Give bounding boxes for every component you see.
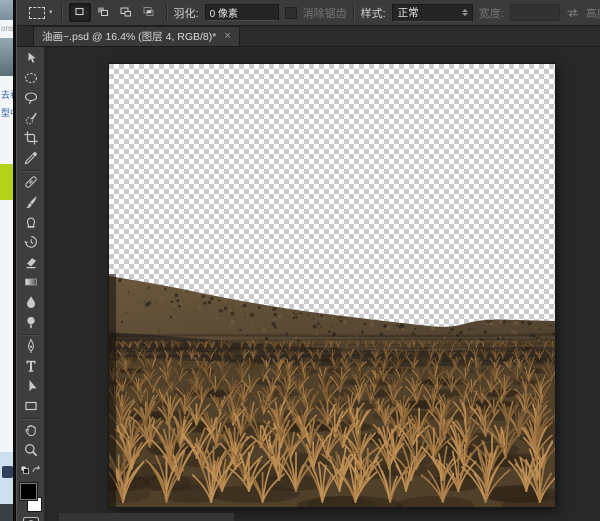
webpage-logo-fragment (2, 466, 13, 478)
tool-group-divider (21, 170, 40, 172)
divider (61, 4, 63, 21)
canvas-workspace (45, 47, 600, 521)
feather-input[interactable] (205, 4, 279, 21)
webpage-text-fragment: ons (1, 24, 14, 33)
path-selection-tool[interactable] (19, 377, 43, 397)
antialias-checkbox (285, 7, 297, 19)
link-dimensions-icon (566, 8, 580, 18)
dodge-icon (23, 314, 39, 333)
pen-icon (23, 338, 39, 357)
move-tool[interactable] (19, 49, 43, 69)
elliptical-marquee-icon (23, 70, 39, 89)
swap-colors-icon[interactable] (20, 463, 42, 481)
blur-icon (23, 294, 39, 313)
crop-icon (23, 130, 39, 149)
zoom-tool[interactable] (19, 441, 43, 461)
subtract-from-selection-button[interactable] (115, 3, 137, 22)
chevron-down-icon: ▾ (49, 9, 53, 16)
document-tab-title: 油画~.psd @ 16.4% (图层 4, RGB/8)* (42, 29, 216, 44)
tool-group-divider (21, 418, 40, 420)
quick-selection-icon (23, 110, 39, 129)
eraser-tool[interactable] (19, 253, 43, 273)
zoom-icon (23, 442, 39, 461)
hand-icon (23, 422, 39, 441)
brush-icon (23, 194, 39, 213)
divider (353, 4, 355, 21)
history-brush-tool[interactable] (19, 233, 43, 253)
rectangular-marquee-icon (29, 7, 45, 19)
document-tab[interactable]: 油画~.psd @ 16.4% (图层 4, RGB/8)* × (33, 26, 240, 46)
document-tab-bar: 油画~.psd @ 16.4% (图层 4, RGB/8)* × (17, 26, 600, 47)
blur-tool[interactable] (19, 293, 43, 313)
clone-stamp-icon (23, 214, 39, 233)
width-input (510, 4, 560, 21)
eyedropper-icon (23, 150, 39, 169)
healing-brush-icon (23, 174, 39, 193)
eraser-icon (23, 254, 39, 273)
transparent-landscape-image (109, 64, 555, 507)
move-icon (23, 50, 39, 69)
shape-icon (23, 398, 39, 417)
feather-label: 羽化: (174, 5, 199, 21)
divider (166, 4, 168, 21)
style-value: 正常 (398, 5, 419, 20)
width-label: 宽度: (479, 5, 504, 21)
new-selection-icon (73, 5, 86, 21)
tool-group-divider (21, 334, 40, 336)
new-selection-button[interactable] (69, 3, 91, 22)
lasso-tool[interactable] (19, 89, 43, 109)
type-icon (23, 358, 39, 377)
gradient-tool[interactable] (19, 273, 43, 293)
height-label: 高度: (586, 5, 600, 21)
photoshop-window: ▾ 羽化: 消除锯齿 样式: 正常 宽度: 高度: 调整边缘 (16, 0, 600, 521)
add-to-selection-icon (96, 5, 109, 21)
dodge-tool[interactable] (19, 313, 43, 333)
quick-selection-tool[interactable] (19, 109, 43, 129)
tool-palette (17, 47, 45, 521)
main-content (17, 47, 600, 521)
options-bar: ▾ 羽化: 消除锯齿 样式: 正常 宽度: 高度: 调整边缘 (17, 0, 600, 26)
selection-mode-group (69, 3, 160, 22)
style-label: 样式: (361, 5, 386, 21)
quick-mask-button[interactable] (22, 516, 40, 521)
intersect-selection-icon (142, 5, 155, 21)
clone-stamp-tool[interactable] (19, 213, 43, 233)
photoshop-app: ons 去看 型中 ▾ 羽化: 消除锯齿 样式: 正常 (0, 0, 600, 521)
style-select[interactable]: 正常 (392, 4, 473, 22)
hand-tool[interactable] (19, 421, 43, 441)
elliptical-marquee-tool[interactable] (19, 69, 43, 89)
lasso-icon (23, 90, 39, 109)
add-to-selection-button[interactable] (92, 3, 114, 22)
status-bar-fragment (59, 513, 234, 521)
type-tool[interactable] (19, 357, 43, 377)
close-tab-icon[interactable]: × (224, 31, 230, 42)
eyedropper-tool[interactable] (19, 149, 43, 169)
tool-preset-button[interactable]: ▾ (27, 5, 55, 21)
history-brush-icon (23, 234, 39, 253)
tool-list (19, 49, 43, 461)
shape-tool[interactable] (19, 397, 43, 417)
intersect-selection-button[interactable] (138, 3, 160, 22)
select-arrows-icon (462, 6, 468, 19)
brush-tool[interactable] (19, 193, 43, 213)
antialias-label: 消除锯齿 (303, 5, 347, 21)
path-selection-icon (23, 378, 39, 397)
pen-tool[interactable] (19, 337, 43, 357)
color-swatches (19, 482, 43, 512)
crop-tool[interactable] (19, 129, 43, 149)
gradient-icon (23, 274, 39, 293)
healing-brush-tool[interactable] (19, 173, 43, 193)
subtract-from-selection-icon (119, 5, 132, 21)
foreground-color-swatch[interactable] (20, 483, 37, 500)
document-canvas[interactable] (109, 64, 555, 507)
